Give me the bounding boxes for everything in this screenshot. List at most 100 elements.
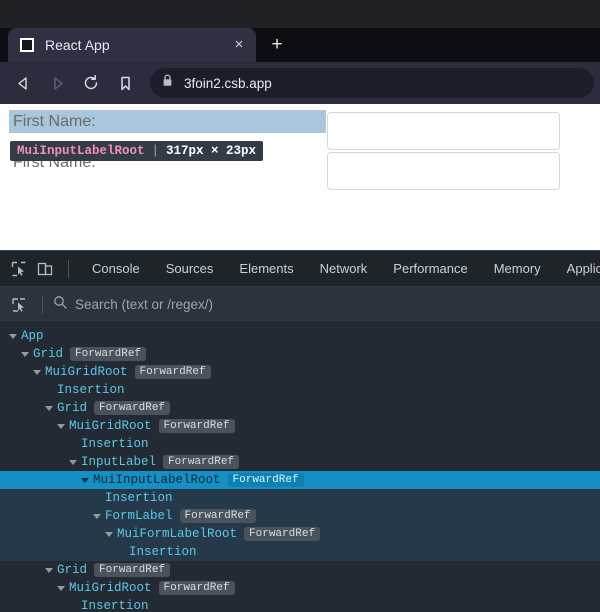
- tree-node-name: MuiGridRoot: [45, 365, 128, 379]
- bookmark-icon[interactable]: [108, 66, 142, 100]
- window-titlebar: [0, 0, 600, 28]
- tree-node-name: MuiFormLabelRoot: [117, 527, 238, 541]
- tooltip-component-name: MuiInputLabelRoot: [17, 144, 145, 158]
- tree-row[interactable]: Insertion: [0, 381, 600, 399]
- page-viewport: First Name: First Name: MuiInputLabelRoo…: [0, 104, 600, 250]
- tree-node-badge: ForwardRef: [134, 365, 211, 379]
- tree-node-badge: ForwardRef: [158, 419, 235, 433]
- tree-node-badge: ForwardRef: [244, 527, 321, 541]
- chevron-down-icon[interactable]: [68, 457, 78, 467]
- component-picker-icon[interactable]: [6, 292, 32, 318]
- new-tab-button[interactable]: +: [262, 31, 292, 59]
- tree-row[interactable]: App: [0, 327, 600, 345]
- tree-row[interactable]: MuiFormLabelRoot ForwardRef: [0, 525, 600, 543]
- tab-performance[interactable]: Performance: [380, 251, 480, 287]
- tree-node-badge: ForwardRef: [179, 509, 256, 523]
- tree-row[interactable]: MuiGridRoot ForwardRef: [0, 579, 600, 597]
- browser-tab[interactable]: React App ×: [8, 28, 256, 62]
- highlighted-element-overlay[interactable]: First Name:: [9, 110, 326, 133]
- chevron-down-icon[interactable]: [80, 475, 90, 485]
- tree-row[interactable]: Grid ForwardRef: [0, 399, 600, 417]
- back-arrow-icon[interactable]: [6, 66, 40, 100]
- tree-node-name: Insertion: [129, 545, 197, 559]
- devtools-tabbar: Console Sources Elements Network Perform…: [0, 251, 600, 287]
- chevron-down-icon[interactable]: [104, 529, 114, 539]
- tab-sources[interactable]: Sources: [153, 251, 227, 287]
- chevron-down-icon[interactable]: [8, 331, 18, 341]
- browser-window: React App × + 3foin2.csb.app First Name:…: [0, 0, 600, 612]
- tree-node-name: App: [21, 329, 44, 343]
- chevron-down-icon[interactable]: [20, 349, 30, 359]
- chevron-down-icon[interactable]: [44, 403, 54, 413]
- tree-node-name: MuiGridRoot: [69, 581, 152, 595]
- address-bar[interactable]: 3foin2.csb.app: [150, 68, 594, 98]
- tree-node-name: FormLabel: [105, 509, 173, 523]
- device-toolbar-icon[interactable]: [32, 256, 58, 282]
- tree-row[interactable]: FormLabel ForwardRef: [0, 507, 600, 525]
- forward-arrow-icon: [40, 66, 74, 100]
- tree-row[interactable]: Grid ForwardRef: [0, 561, 600, 579]
- tree-row[interactable]: Insertion: [0, 597, 600, 612]
- tree-node-badge: ForwardRef: [158, 581, 235, 595]
- tree-node-name: Grid: [33, 347, 64, 361]
- tree-node-badge: ForwardRef: [163, 455, 240, 469]
- chevron-down-icon[interactable]: [44, 565, 54, 575]
- lock-icon: [162, 74, 173, 92]
- tab-elements[interactable]: Elements: [226, 251, 306, 287]
- first-name-label-1: First Name:: [13, 112, 96, 130]
- chevron-down-icon[interactable]: [56, 421, 66, 431]
- close-icon[interactable]: ×: [230, 36, 248, 54]
- tree-node-name: Insertion: [81, 437, 149, 451]
- tree-row[interactable]: Grid ForwardRef: [0, 345, 600, 363]
- tree-row[interactable]: Insertion: [0, 543, 600, 561]
- browser-toolbar: 3foin2.csb.app: [0, 62, 600, 104]
- tab-memory[interactable]: Memory: [481, 251, 554, 287]
- reload-icon[interactable]: [74, 66, 108, 100]
- tree-node-badge: ForwardRef: [227, 473, 304, 487]
- chevron-down-icon[interactable]: [56, 583, 66, 593]
- react-component-tree[interactable]: App Grid ForwardRef MuiGridRoot ForwardRef In…: [0, 323, 600, 612]
- tree-node-name: Insertion: [81, 599, 149, 612]
- element-inspect-tooltip: MuiInputLabelRoot | 317px × 23px: [10, 141, 264, 161]
- square-favicon-icon: [20, 38, 34, 52]
- inspect-element-icon[interactable]: [6, 256, 32, 282]
- tree-row[interactable]: Insertion: [0, 435, 600, 453]
- tab-application[interactable]: Application: [554, 251, 600, 287]
- tooltip-separator: |: [151, 144, 160, 158]
- tree-row[interactable]: MuiInputLabelRoot ForwardRef: [0, 471, 600, 489]
- first-name-input-2[interactable]: [327, 152, 560, 190]
- chevron-down-icon[interactable]: [32, 367, 42, 377]
- search-divider: [42, 295, 43, 314]
- tree-node-name: Grid: [57, 563, 88, 577]
- toolbar-divider: [68, 259, 69, 278]
- tree-node-name: Insertion: [105, 491, 173, 505]
- tree-row[interactable]: MuiGridRoot ForwardRef: [0, 363, 600, 381]
- chevron-down-icon[interactable]: [92, 511, 102, 521]
- tab-strip: React App × +: [0, 28, 600, 62]
- tree-row[interactable]: InputLabel ForwardRef: [0, 453, 600, 471]
- first-name-input-1[interactable]: [327, 112, 560, 150]
- tree-node-badge: ForwardRef: [70, 347, 147, 361]
- devtools-searchbar: Search (text or /regex/): [0, 287, 600, 323]
- devtools-panel: Console Sources Elements Network Perform…: [0, 250, 600, 612]
- tree-row[interactable]: Insertion: [0, 489, 600, 507]
- search-icon: [53, 295, 67, 314]
- tree-node-name: MuiGridRoot: [69, 419, 152, 433]
- search-input[interactable]: Search (text or /regex/): [75, 297, 600, 312]
- tab-network[interactable]: Network: [307, 251, 381, 287]
- tree-node-badge: ForwardRef: [94, 401, 171, 415]
- url-text: 3foin2.csb.app: [184, 75, 272, 91]
- tooltip-dimensions: 317px × 23px: [166, 144, 257, 158]
- tree-node-name: InputLabel: [81, 455, 157, 469]
- tree-row[interactable]: MuiGridRoot ForwardRef: [0, 417, 600, 435]
- tree-node-name: MuiInputLabelRoot: [93, 473, 221, 487]
- tree-node-name: Insertion: [57, 383, 125, 397]
- tree-node-name: Grid: [57, 401, 88, 415]
- tab-console[interactable]: Console: [79, 251, 153, 287]
- tab-title: React App: [45, 37, 110, 53]
